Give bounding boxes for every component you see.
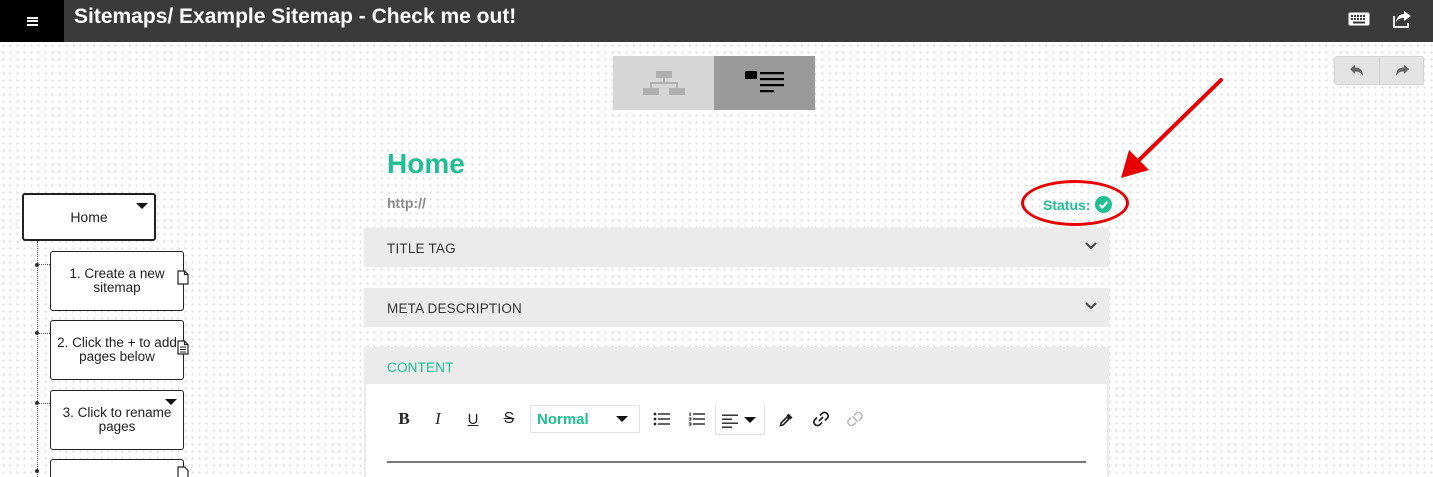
format-select[interactable]: Normal	[530, 405, 640, 433]
title-tag-section[interactable]: TITLE TAG	[364, 228, 1109, 267]
tree-connector	[38, 264, 50, 265]
align-select[interactable]	[715, 405, 765, 435]
hamburger-icon	[26, 16, 38, 26]
tree-node-label: 3. Click to rename pages	[62, 405, 172, 434]
undo-redo-group	[1334, 56, 1424, 85]
tree-node-label: 2. Click the + to add pages below	[57, 335, 177, 364]
tree-connector	[37, 241, 38, 477]
annotation-arrow	[1121, 78, 1223, 178]
tree-node-add-pages[interactable]: 2. Click the + to add pages below	[50, 320, 184, 380]
top-bar: Sitemaps/ Example Sitemap - Check me out…	[0, 0, 1433, 42]
tree-node-home[interactable]: Home	[22, 193, 156, 241]
keyboard-button[interactable]	[1346, 8, 1372, 30]
tree-node-label: Home	[70, 209, 108, 225]
tree-connector	[38, 333, 50, 334]
caret-down-icon	[616, 416, 628, 422]
italic-button[interactable]: I	[427, 404, 449, 434]
redo-icon	[1395, 64, 1409, 76]
tree-node-partial[interactable]	[50, 459, 184, 477]
undo-icon	[1350, 64, 1363, 76]
caret-down-icon[interactable]	[136, 203, 148, 209]
tree-view-button[interactable]	[613, 56, 714, 110]
chevron-down-icon	[1085, 302, 1097, 310]
section-label: META DESCRIPTION	[387, 301, 522, 316]
app-title: Sitemaps/ Example Sitemap - Check me out…	[74, 5, 517, 28]
list-view-icon	[744, 71, 784, 93]
editor-text-area[interactable]	[387, 461, 1086, 463]
tree-node-rename-pages[interactable]: 3. Click to rename pages	[50, 390, 184, 450]
caret-down-icon	[744, 417, 756, 423]
tree-dot	[35, 469, 39, 473]
share-button[interactable]	[1390, 8, 1416, 30]
section-label: CONTENT	[387, 360, 454, 375]
share-icon	[1393, 11, 1411, 28]
annotation-circle	[1021, 180, 1129, 226]
document-icon	[177, 270, 189, 285]
tree-node-label: 1. Create a new sitemap	[69, 266, 165, 295]
align-left-icon	[722, 414, 738, 428]
color-picker-icon	[778, 413, 792, 427]
chevron-down-icon	[1085, 242, 1097, 250]
text-color-button[interactable]	[775, 404, 797, 434]
redo-button[interactable]	[1379, 57, 1423, 84]
bullet-list-icon	[653, 412, 670, 426]
keyboard-icon	[1348, 12, 1370, 26]
tree-node-create-sitemap[interactable]: 1. Create a new sitemap	[50, 251, 184, 311]
page-title: Home	[387, 148, 465, 179]
link-icon	[813, 411, 829, 427]
list-view-button[interactable]	[714, 56, 815, 110]
insert-link-button[interactable]	[810, 404, 832, 434]
menu-button[interactable]	[0, 0, 64, 42]
undo-button[interactable]	[1335, 57, 1379, 84]
tree-connector	[38, 403, 50, 404]
bullet-list-button[interactable]	[650, 404, 672, 434]
sitemap-tree-icon	[642, 71, 685, 95]
strikethrough-button[interactable]: S	[498, 404, 520, 434]
view-switcher	[613, 56, 815, 110]
caret-down-icon[interactable]	[165, 399, 177, 405]
unlink-icon	[847, 411, 863, 427]
content-section[interactable]: CONTENT	[364, 347, 1109, 384]
remove-link-button[interactable]	[844, 404, 866, 434]
section-label: TITLE TAG	[387, 241, 456, 256]
underline-button[interactable]: U	[462, 404, 484, 434]
numbered-list-icon	[688, 412, 705, 426]
numbered-list-button[interactable]	[685, 404, 707, 434]
format-select-value: Normal	[537, 411, 589, 428]
document-text-icon	[177, 340, 189, 355]
page-url[interactable]: http://	[387, 195, 426, 211]
document-icon	[177, 466, 189, 477]
bold-button[interactable]: B	[393, 404, 415, 434]
meta-description-section[interactable]: META DESCRIPTION	[364, 288, 1109, 327]
